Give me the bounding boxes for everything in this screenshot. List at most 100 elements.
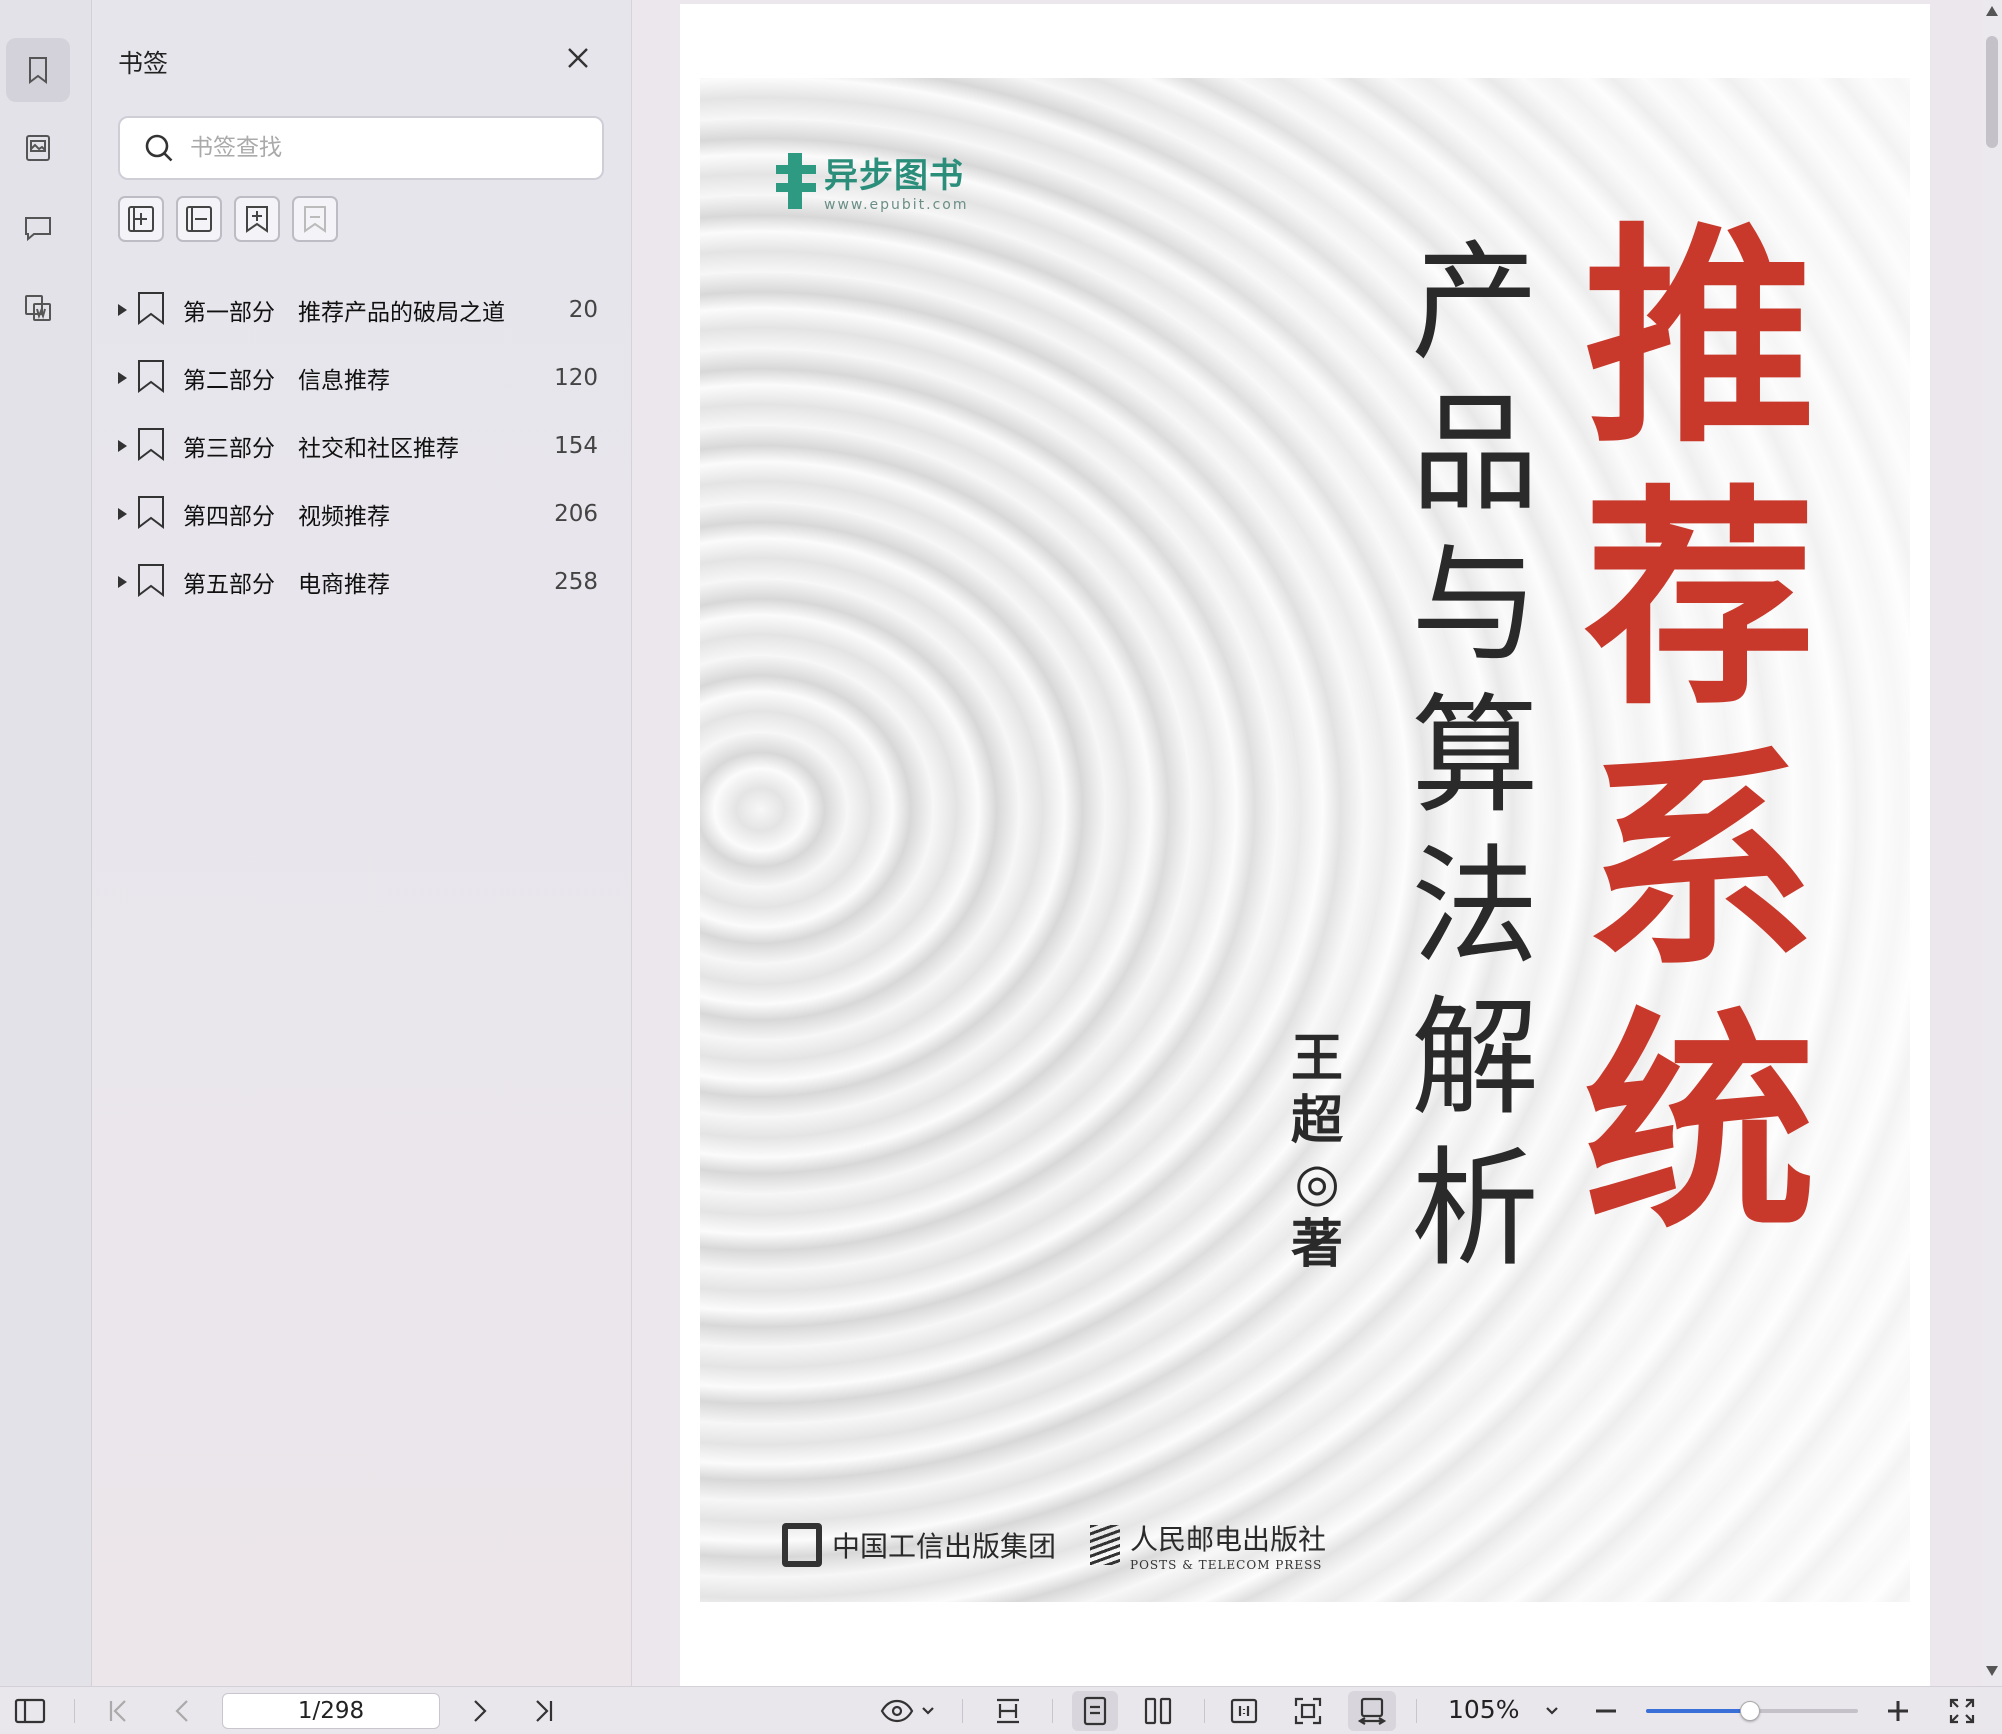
- title-char: 统: [1583, 990, 1816, 1260]
- bookmark-item[interactable]: 第五部分 电商推荐 258: [118, 548, 614, 616]
- expand-all-icon: [128, 206, 154, 232]
- close-panel-button[interactable]: [562, 42, 594, 74]
- bookmark-icon: [29, 57, 47, 84]
- subtitle-char: 解: [1410, 984, 1539, 1133]
- expand-arrow-icon[interactable]: [118, 508, 127, 520]
- fit-width-icon: [997, 1698, 1019, 1724]
- zoom-level[interactable]: 105%: [1448, 1695, 1519, 1724]
- page-number-input[interactable]: [222, 1693, 440, 1729]
- toolbar-divider: [74, 1699, 75, 1723]
- collapse-all-button[interactable]: [176, 196, 222, 242]
- bookmark-label: 第二部分 信息推荐: [183, 368, 390, 394]
- bookmark-label: 第一部分 推荐产品的破局之道: [183, 300, 505, 326]
- cover-publishers: 中国工信出版集团 人民邮电出版社 POSTS & TELECOM PRESS: [782, 1518, 1326, 1572]
- scroll-up-arrow-icon[interactable]: [1986, 6, 1998, 16]
- zoom-in-button[interactable]: [1880, 1691, 1916, 1731]
- zoom-slider-fill: [1646, 1709, 1750, 1713]
- delete-bookmark-button[interactable]: [292, 196, 338, 242]
- bookmark-search-input[interactable]: [190, 135, 570, 161]
- scroll-down-arrow-icon[interactable]: [1986, 1666, 1998, 1676]
- zoom-dropdown-button[interactable]: [1534, 1691, 1570, 1731]
- actual-size-icon: [1230, 1698, 1258, 1724]
- last-page-button[interactable]: [526, 1691, 562, 1731]
- fit-page-button[interactable]: [1286, 1691, 1330, 1731]
- chevron-right-icon: [474, 1700, 487, 1722]
- comment-icon: [25, 217, 51, 242]
- thumbnails-tab[interactable]: [6, 116, 70, 180]
- panel-title: 书签: [118, 49, 169, 78]
- press-logo-icon: [1090, 1525, 1121, 1565]
- attachments-tab[interactable]: [6, 276, 70, 340]
- add-bookmark-button[interactable]: [234, 196, 280, 242]
- two-page-button[interactable]: [1136, 1691, 1180, 1731]
- subtitle-char: 算: [1410, 682, 1539, 831]
- expand-arrow-icon[interactable]: [118, 372, 127, 384]
- subtitle-char: 产: [1410, 229, 1539, 378]
- group-logo: 中国工信出版集团: [782, 1523, 1056, 1567]
- bookmark-label: 第五部分 电商推荐: [183, 572, 390, 598]
- collapse-all-icon: [186, 206, 212, 232]
- toggle-sidebar-button[interactable]: [12, 1691, 48, 1731]
- sidebar-toggle-icon: [14, 1698, 46, 1724]
- single-page-button[interactable]: [1072, 1691, 1118, 1731]
- toolbar-divider: [1052, 1699, 1053, 1723]
- publisher-logo: 异步图书 www.epubit.com: [776, 148, 969, 213]
- document-page: 异步图书 www.epubit.com 推 荐 系 统 产 品 与 算 法 解 …: [680, 4, 1930, 1686]
- bookmark-label: 第四部分 视频推荐: [183, 504, 390, 530]
- zoom-out-button[interactable]: [1588, 1691, 1624, 1731]
- expand-arrow-icon[interactable]: [118, 304, 127, 316]
- bookmark-icon: [135, 495, 167, 533]
- toolbar-divider: [1416, 1699, 1417, 1723]
- book-title: 推 荐 系 统: [1580, 208, 1820, 1256]
- author-char: 王: [1290, 1028, 1343, 1089]
- previous-page-button[interactable]: [164, 1691, 200, 1731]
- first-page-button[interactable]: [100, 1691, 136, 1731]
- document-viewer[interactable]: 异步图书 www.epubit.com 推 荐 系 统 产 品 与 算 法 解 …: [632, 0, 1982, 1686]
- publisher-logo-name: 异步图书: [824, 156, 964, 196]
- bookmark-item[interactable]: 第二部分 信息推荐 120: [118, 344, 614, 412]
- book-cover: 异步图书 www.epubit.com 推 荐 系 统 产 品 与 算 法 解 …: [700, 78, 1910, 1602]
- bookmark-label: 第三部分 社交和社区推荐: [183, 436, 459, 462]
- next-page-button[interactable]: [462, 1691, 498, 1731]
- bookmark-search: [118, 116, 604, 180]
- bookmark-page: 206: [554, 501, 598, 527]
- add-bookmark-icon: [246, 206, 268, 233]
- zoom-slider-handle[interactable]: [1739, 1701, 1760, 1721]
- bookmark-icon: [135, 359, 167, 397]
- bookmark-icon: [135, 427, 167, 465]
- expand-arrow-icon[interactable]: [118, 440, 127, 452]
- bookmark-item[interactable]: 第四部分 视频推荐 206: [118, 480, 614, 548]
- fullscreen-icon: [1949, 1698, 1975, 1724]
- two-page-icon: [1144, 1697, 1172, 1725]
- vertical-scrollbar[interactable]: [1982, 0, 2002, 1686]
- bookmark-page: 20: [568, 297, 598, 323]
- fullscreen-button[interactable]: [1944, 1691, 1980, 1731]
- press-name-en: POSTS & TELECOM PRESS: [1130, 1558, 1323, 1572]
- press-logo: 人民邮电出版社 POSTS & TELECOM PRESS: [1090, 1518, 1326, 1572]
- actual-size-button[interactable]: [1222, 1691, 1266, 1731]
- bookmark-item[interactable]: 第三部分 社交和社区推荐 154: [118, 412, 614, 480]
- title-char: 荐: [1583, 466, 1816, 736]
- author-char: ◎: [1294, 1152, 1340, 1213]
- bookmark-list: 第一部分 推荐产品的破局之道 20 第二部分 信息推荐 120 第三部分 社交和…: [118, 276, 614, 616]
- group-name: 中国工信出版集团: [832, 1530, 1057, 1563]
- view-mode-dropdown[interactable]: [876, 1691, 940, 1731]
- bookmark-page: 120: [554, 365, 598, 391]
- expand-arrow-icon[interactable]: [118, 576, 127, 588]
- fit-width-button[interactable]: [986, 1691, 1030, 1731]
- bookmark-panel: 书签 第一部分 推荐产品的破局之道 20: [92, 0, 632, 1686]
- group-logo-icon: [782, 1523, 822, 1567]
- comments-tab[interactable]: [6, 196, 70, 260]
- title-char: 推: [1583, 204, 1816, 474]
- bookmarks-tab[interactable]: [6, 38, 70, 102]
- author-char: 超: [1290, 1090, 1343, 1151]
- expand-all-button[interactable]: [118, 196, 164, 242]
- plus-icon: [1888, 1701, 1908, 1721]
- bookmark-item[interactable]: 第一部分 推荐产品的破局之道 20: [118, 276, 614, 344]
- chevron-down-icon: [922, 1707, 934, 1715]
- scrollbar-thumb[interactable]: [1986, 36, 1998, 148]
- minus-icon: [1596, 1709, 1616, 1713]
- eye-icon: [880, 1699, 914, 1723]
- scroll-mode-button[interactable]: [1348, 1691, 1396, 1731]
- zoom-slider[interactable]: [1646, 1701, 1858, 1721]
